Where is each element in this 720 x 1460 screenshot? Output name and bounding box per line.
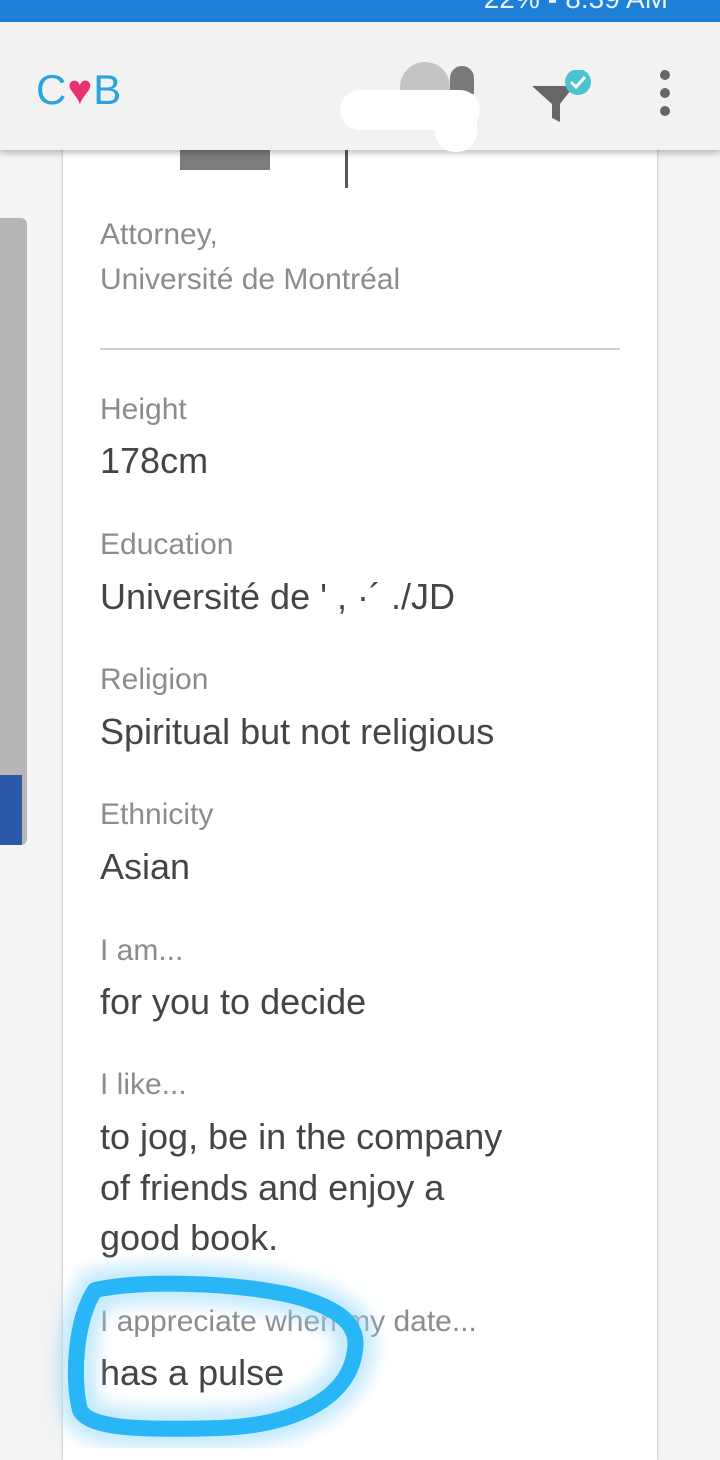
app-logo[interactable]: C♥B: [36, 66, 122, 114]
app-header: C♥B: [0, 22, 720, 152]
filter-icon[interactable]: [530, 70, 600, 130]
highlight-circle-annotation: [55, 1263, 376, 1448]
heart-icon: ♥: [67, 66, 94, 113]
redacted-avatar[interactable]: [340, 62, 480, 152]
more-options-icon[interactable]: [655, 66, 675, 130]
check-badge-icon: [565, 70, 591, 95]
